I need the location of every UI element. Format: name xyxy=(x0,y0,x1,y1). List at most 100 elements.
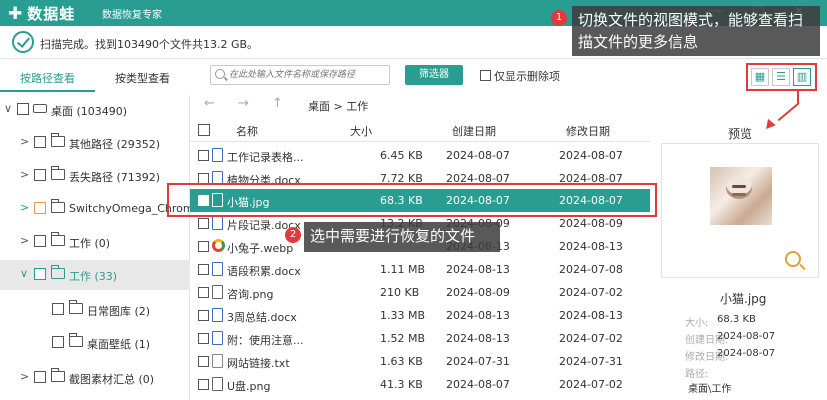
table-row[interactable]: U盘.png 41.3 KB 2024-08-07 2024-07-02 xyxy=(190,373,650,396)
file-name: 3周总结.docx xyxy=(227,311,297,324)
file-name: 语段积累.docx xyxy=(227,265,301,278)
tree-item-label: 日常图库 (2) xyxy=(87,305,151,318)
filter-button[interactable]: 筛选器 xyxy=(405,65,463,85)
back-arrow-icon[interactable]: ← xyxy=(204,96,215,111)
tree-checkbox[interactable] xyxy=(34,268,46,280)
row-checkbox[interactable] xyxy=(198,264,209,275)
list-view-icon[interactable]: ☰ xyxy=(772,68,790,86)
folder-icon xyxy=(51,166,65,180)
expand-chevron-icon[interactable]: > xyxy=(20,201,29,214)
preview-title: 预览 xyxy=(728,127,753,141)
tree-checkbox[interactable] xyxy=(34,371,46,383)
row-checkbox[interactable] xyxy=(198,287,209,298)
column-size[interactable]: 大小 xyxy=(350,123,372,139)
table-row[interactable]: 网站链接.txt 1.63 KB 2024-07-31 2024-07-31 xyxy=(190,350,650,373)
view-mode-tabs: 按路径查看 按类型查看 xyxy=(0,66,190,92)
table-row[interactable]: 3周总结.docx 1.33 MB 2024-08-13 2024-08-13 xyxy=(190,304,650,327)
up-arrow-icon[interactable]: ↑ xyxy=(272,96,283,111)
tree-item-selected[interactable]: ∨ 工作 (33) xyxy=(0,260,190,290)
expand-chevron-icon[interactable]: > xyxy=(20,234,29,247)
file-size: 1.33 MB xyxy=(380,309,426,322)
file-modified: 2024-08-13 xyxy=(559,309,623,322)
view-mode-highlight: ▦ ☰ ▥ xyxy=(746,63,817,91)
column-modified[interactable]: 修改日期 xyxy=(566,123,610,139)
table-row[interactable]: 附：使用注意... 1.52 MB 2024-08-13 2024-07-02 xyxy=(190,327,650,350)
detail-view-icon[interactable]: ▥ xyxy=(793,68,811,86)
tree-checkbox[interactable] xyxy=(34,136,46,148)
file-name: 工作记录表格... xyxy=(227,151,304,164)
file-size: 1.11 MB xyxy=(380,263,426,276)
grid-view-icon[interactable]: ▦ xyxy=(751,68,769,86)
breadcrumb: 桌面 > 工作 xyxy=(308,100,369,113)
only-deleted-label: 仅显示删除项 xyxy=(494,70,560,83)
file-modified: 2024-08-09 xyxy=(559,217,623,230)
tree-checkbox[interactable] xyxy=(52,336,64,348)
expand-chevron-icon[interactable]: > xyxy=(20,370,29,383)
word-file-icon xyxy=(212,308,223,322)
tab-by-path[interactable]: 按路径查看 xyxy=(20,70,75,86)
meta-key: 路径: xyxy=(685,369,709,380)
tree-item[interactable]: > 其他路径 (29352) xyxy=(0,128,190,158)
tab-by-type[interactable]: 按类型查看 xyxy=(115,70,170,86)
row-checkbox[interactable] xyxy=(198,241,209,252)
text-file-icon xyxy=(212,354,223,368)
column-created[interactable]: 创建日期 xyxy=(452,123,496,139)
table-row[interactable]: 工作记录表格... 6.45 KB 2024-08-07 2024-08-07 xyxy=(190,144,650,167)
folder-icon xyxy=(51,232,65,246)
tree-checkbox[interactable] xyxy=(52,303,64,315)
tree-checkbox[interactable] xyxy=(17,103,29,115)
preview-file-name: 小猫.jpg xyxy=(720,292,767,306)
row-checkbox[interactable] xyxy=(198,379,209,390)
only-deleted-option[interactable]: 仅显示删除项 xyxy=(480,68,560,84)
expand-chevron-icon[interactable]: ∨ xyxy=(20,267,28,280)
search-input[interactable] xyxy=(229,67,387,83)
row-checkbox[interactable] xyxy=(198,333,209,344)
tree-item[interactable]: > SwitchyOmega_Chromium xyxy=(0,194,190,224)
file-created: 2024-08-07 xyxy=(446,149,510,162)
folder-icon xyxy=(69,300,83,314)
forward-arrow-icon[interactable]: → xyxy=(238,96,249,111)
select-file-tooltip: 选中需要进行恢复的文件 xyxy=(304,222,500,252)
tree-item[interactable]: ∨ 桌面 (103490) xyxy=(0,95,190,125)
table-row[interactable]: 咨询.png 210 KB 2024-08-09 2024-07-02 xyxy=(190,281,650,304)
column-name[interactable]: 名称 xyxy=(236,123,258,139)
tree-checkbox[interactable] xyxy=(34,169,46,181)
tree-item[interactable]: > 工作 (0) xyxy=(0,227,190,257)
file-created: 2024-08-09 xyxy=(446,286,510,299)
table-row[interactable]: 语段积累.docx 1.11 MB 2024-08-13 2024-07-08 xyxy=(190,258,650,281)
file-size: 210 KB xyxy=(380,286,420,299)
only-deleted-checkbox[interactable] xyxy=(480,70,491,81)
tree-item-label: 其他路径 (29352) xyxy=(69,138,161,151)
expand-chevron-icon[interactable]: ∨ xyxy=(4,102,12,115)
tree-checkbox[interactable] xyxy=(34,202,46,214)
image-file-icon xyxy=(212,285,223,299)
select-all-checkbox[interactable] xyxy=(198,124,210,136)
tree-item[interactable]: > 截图素材汇总 (0) xyxy=(0,363,190,393)
folder-icon xyxy=(51,199,65,213)
file-modified: 2024-07-02 xyxy=(559,332,623,345)
file-created: 2024-08-07 xyxy=(446,378,510,391)
row-checkbox[interactable] xyxy=(198,310,209,321)
file-modified: 2024-07-02 xyxy=(559,286,623,299)
tree-item[interactable]: > 丢失路径 (71392) xyxy=(0,161,190,191)
expand-chevron-icon[interactable]: > xyxy=(20,135,29,148)
zoom-magnifier-icon[interactable] xyxy=(785,251,801,267)
row-checkbox[interactable] xyxy=(198,218,209,229)
tree-checkbox[interactable] xyxy=(34,235,46,247)
image-file-icon xyxy=(212,377,223,391)
file-size: 41.3 KB xyxy=(380,378,423,391)
row-checkbox[interactable] xyxy=(198,150,209,161)
drive-icon xyxy=(33,104,47,113)
meta-path-value: 桌面\工作 xyxy=(688,384,732,395)
tree-item[interactable]: 日常图库 (2) xyxy=(0,295,190,325)
tree-item[interactable]: 桌面壁纸 (1) xyxy=(0,328,190,358)
view-mode-tooltip: 切换文件的视图模式，能够查看扫描文件的更多信息 xyxy=(572,6,820,56)
file-name: 咨询.png xyxy=(227,288,274,301)
row-checkbox[interactable] xyxy=(198,356,209,367)
chrome-file-icon xyxy=(212,239,225,252)
meta-value: 68.3 KB xyxy=(717,314,756,325)
file-modified: 2024-07-31 xyxy=(559,355,623,368)
check-circle-icon xyxy=(12,31,34,53)
tree-item-label: 桌面 (103490) xyxy=(51,105,128,118)
expand-chevron-icon[interactable]: > xyxy=(20,168,29,181)
